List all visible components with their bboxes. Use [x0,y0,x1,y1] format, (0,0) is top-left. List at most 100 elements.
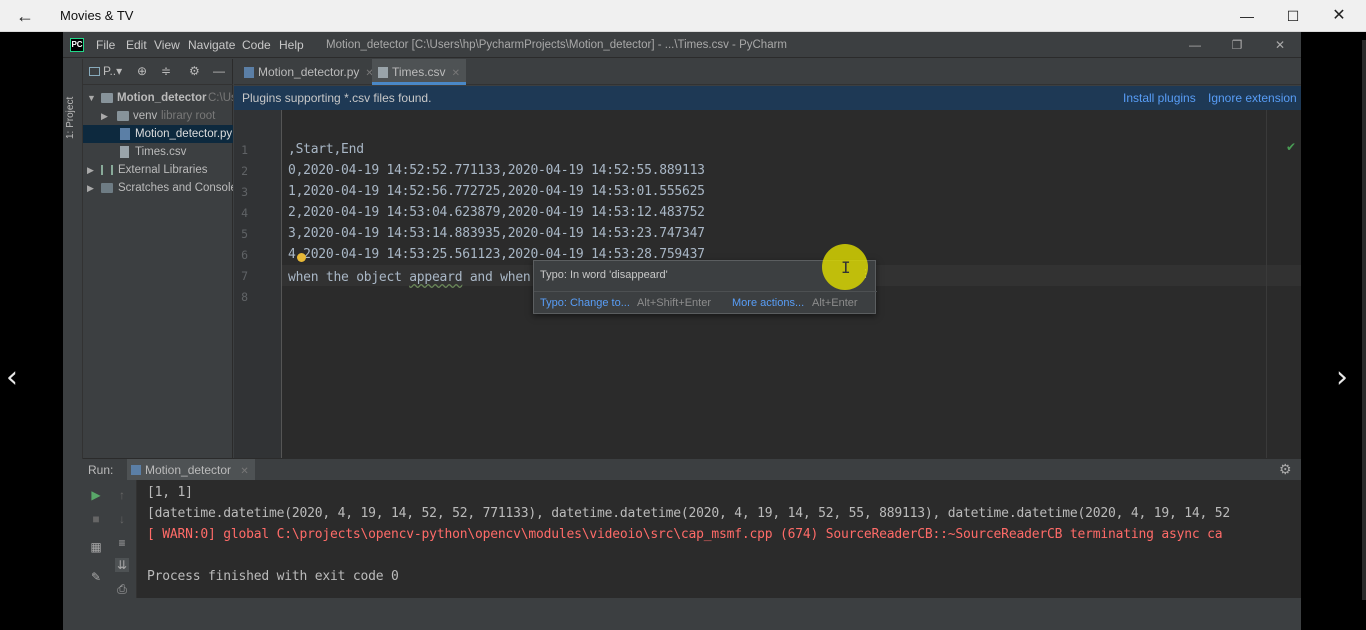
menu-navigate[interactable]: Navigate [188,38,235,52]
typo-word[interactable]: appeard [409,270,462,285]
hide-panel-icon[interactable]: — [213,64,225,78]
tree-item-scratches[interactable]: ▶ Scratches and Consoles [83,179,233,197]
scratches-icon [101,183,113,193]
settings-gear-icon[interactable]: ⚙ [189,64,200,78]
pycharm-window: PC File Edit View Navigate Code Help Mot… [63,32,1301,630]
tab-label: Motion_detector.py [258,65,360,79]
line-number: 6 [241,248,248,262]
line-number: 2 [241,164,248,178]
more-actions-shortcut: Alt+Enter [812,297,858,309]
code-line: 0,2020-04-19 14:52:52.771133,2020-04-19 … [288,163,705,178]
inspection-ok-icon[interactable]: ✔ [1286,140,1296,154]
rerun-play-icon[interactable]: ▶ [89,488,103,502]
tree-item-note: library root [161,110,216,122]
csv-file-icon [120,146,129,158]
menu-edit[interactable]: Edit [126,38,147,52]
right-margin-guide [1266,110,1267,489]
tree-item-motion-detector[interactable]: ▼ Motion_detector C:\Us [83,89,233,107]
maximize-button[interactable]: ☐ [1270,0,1316,32]
run-tab[interactable]: Motion_detector ✕ [127,459,255,481]
popup-divider [534,291,877,292]
collapse-arrow-icon[interactable]: ▶ [87,161,94,179]
tree-item-external-libraries[interactable]: ▶ External Libraries [83,161,233,179]
expand-arrow-icon[interactable]: ▼ [87,89,96,107]
menu-help[interactable]: Help [279,38,304,52]
tab-close-icon[interactable]: ✕ [452,68,460,79]
scroll-up-icon[interactable]: ↑ [115,488,129,502]
tree-item-label: External Libraries [118,164,208,176]
pycharm-minimize-button[interactable]: — [1183,36,1207,54]
line-number: 3 [241,185,248,199]
python-run-icon [131,465,141,475]
movies-tv-titlebar: ← Movies & TV — ☐ ✕ [0,0,1366,32]
tree-item-label: venv [133,110,158,122]
run-toolbar: ▶ ↑ ■ ↓ ≡ ▦ ⇊ ✎ ⎙ [83,480,137,598]
collapse-arrow-icon[interactable]: ▶ [87,179,94,197]
tool-window-strip: 1: Project [63,59,83,459]
install-plugins-link[interactable]: Install plugins [1123,91,1196,105]
tree-item-label: Motion_detector.py [135,128,233,140]
code-line: 1,2020-04-19 14:52:56.772725,2020-04-19 … [288,184,705,199]
console-line: Process finished with exit code 0 [147,569,399,584]
line-number: 7 [241,269,248,283]
run-tab-close-icon[interactable]: ✕ [240,466,248,477]
window-title: Motion_detector [C:\Users\hp\PycharmProj… [326,39,787,51]
run-settings-gear-icon[interactable]: ⚙ [1279,461,1292,478]
tree-item-path: C:\Us [208,92,233,104]
code-line: 2,2020-04-19 14:53:04.623879,2020-04-19 … [288,205,705,220]
line-number: 1 [241,143,248,157]
video-edge [1362,40,1366,600]
library-icon [101,165,113,175]
pin-icon[interactable]: ✎ [89,570,103,584]
menu-view[interactable]: View [154,38,180,52]
banner-message: Plugins supporting *.csv files found. [242,91,432,105]
editor-tabs: Motion_detector.py ✕ Times.csv ✕ [234,59,1301,85]
intention-bulb-icon[interactable] [297,253,306,262]
menu-code[interactable]: Code [242,38,271,52]
menu-file[interactable]: File [96,38,115,52]
collapse-all-icon[interactable]: ≑ [161,64,171,78]
locate-icon[interactable]: ⊕ [137,64,147,78]
print-icon[interactable]: ⎙ [115,582,129,596]
tree-item-label: Motion_detector [117,92,207,104]
project-tool-button[interactable]: 1: Project [65,97,76,139]
project-view-label: P..▾ [103,64,123,78]
folder-icon [101,93,113,103]
close-button[interactable]: ✕ [1316,0,1362,32]
code-line: ,Start,End [288,142,364,157]
more-actions-link[interactable]: More actions... [732,297,804,309]
collapse-arrow-icon[interactable]: ▶ [101,107,108,125]
tree-item-label: Scratches and Consoles [118,182,233,194]
code-text: when the object [288,270,410,285]
tree-item-times-csv[interactable]: Times.csv [83,143,233,161]
run-console[interactable]: [1, 1] [datetime.datetime(2020, 4, 19, 1… [137,480,1301,598]
scroll-to-end-icon[interactable]: ⇊ [115,558,129,572]
back-arrow-icon[interactable]: ← [14,6,36,26]
previous-arrow-icon[interactable]: ‹ [6,360,18,396]
run-panel-header: Run: Motion_detector ✕ ⚙ — [83,458,1301,481]
project-panel: P..▾ ⊕ ≑ ⚙ — ▼ Motion_detector C:\Us ▶ v… [83,59,233,489]
stop-icon[interactable]: ■ [89,512,103,526]
pycharm-close-button[interactable]: ✕ [1268,36,1292,54]
tree-item-venv[interactable]: ▶ venv library root [83,107,233,125]
line-number: 4 [241,206,248,220]
tab-times-csv[interactable]: Times.csv ✕ [372,59,466,85]
scroll-down-icon[interactable]: ↓ [115,512,129,526]
ignore-extension-link[interactable]: Ignore extension [1208,91,1297,105]
project-view-dropdown[interactable]: P..▾ [89,64,122,78]
pycharm-titlebar: PC File Edit View Navigate Code Help Mot… [63,32,1301,58]
popup-message: Typo: In word 'disappeard' [540,269,668,281]
next-arrow-icon[interactable]: › [1336,360,1348,396]
layout-icon[interactable]: ▦ [89,540,103,554]
tree-item-motion-detector-py[interactable]: Motion_detector.py [83,125,233,143]
minimize-button[interactable]: — [1224,0,1270,32]
run-tab-label: Motion_detector [145,463,232,477]
change-to-shortcut: Alt+Shift+Enter [637,297,711,309]
ibeam-cursor-icon: I [841,258,851,277]
line-number-gutter: 1 2 3 4 5 6 7 8 [234,110,282,489]
soft-wrap-icon[interactable]: ≡ [115,536,129,550]
change-to-action[interactable]: Typo: Change to... [540,297,630,309]
tab-motion-detector-py[interactable]: Motion_detector.py ✕ [238,59,374,85]
pycharm-restore-button[interactable]: ❐ [1225,36,1249,54]
pycharm-logo-icon: PC [70,38,84,52]
